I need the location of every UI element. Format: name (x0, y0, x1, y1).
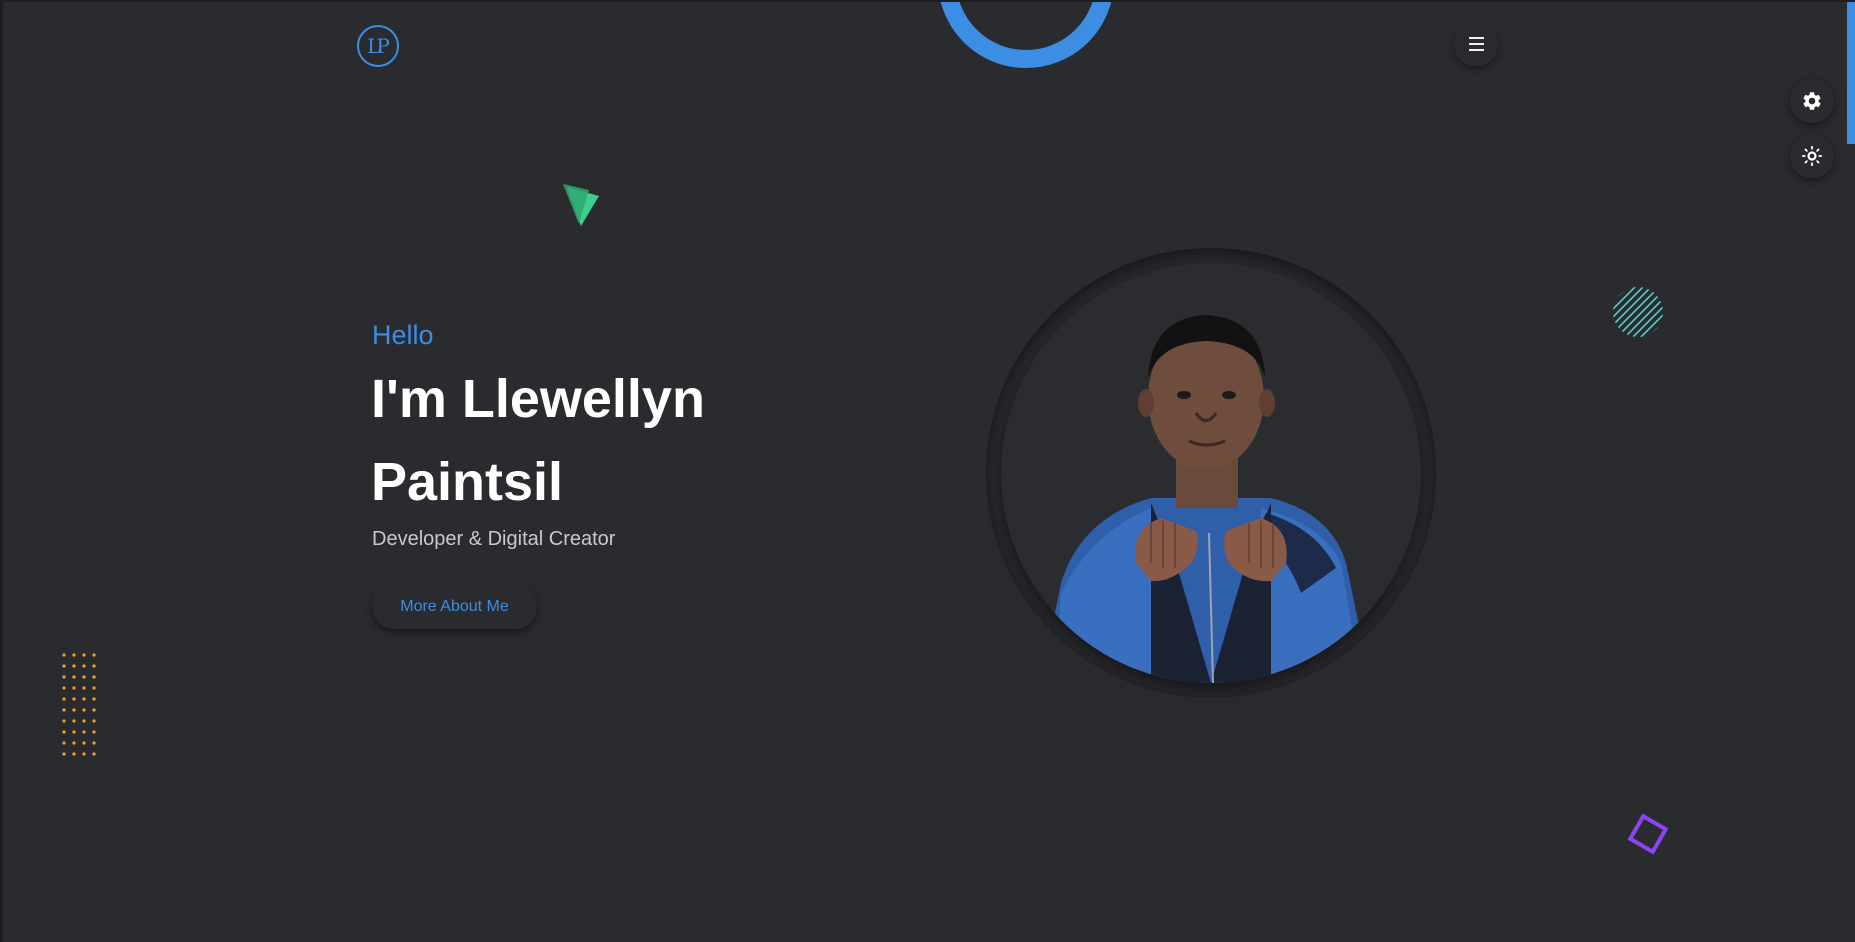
hero-name: I'm Llewellyn Paintsil (371, 369, 705, 512)
logo[interactable]: LP (357, 25, 399, 67)
sun-icon (1801, 145, 1823, 167)
striped-circle-shape (1613, 287, 1663, 337)
page: LP Hello I'm Llewellyn Paintsil Develope… (0, 0, 1855, 942)
orange-dot-grid-shape (62, 653, 96, 756)
gear-icon (1803, 92, 1821, 110)
greeting: Hello (372, 320, 434, 350)
logo-text: LP (367, 34, 390, 58)
hero-tagline: Developer & Digital Creator (372, 528, 616, 550)
more-about-me-button[interactable]: More About Me (372, 585, 537, 629)
hamburger-menu-icon (1468, 37, 1484, 51)
person-portrait-image (1041, 315, 1371, 683)
purple-square-shape (1627, 813, 1669, 855)
green-triangle-shape (563, 184, 599, 226)
menu-button[interactable] (1454, 22, 1498, 66)
portrait-photo (1001, 263, 1421, 683)
decorative-ring (938, 2, 1114, 68)
theme-toggle-button[interactable] (1790, 134, 1834, 178)
scrollbar-thumb[interactable] (1847, 2, 1855, 144)
settings-button[interactable] (1790, 79, 1834, 123)
